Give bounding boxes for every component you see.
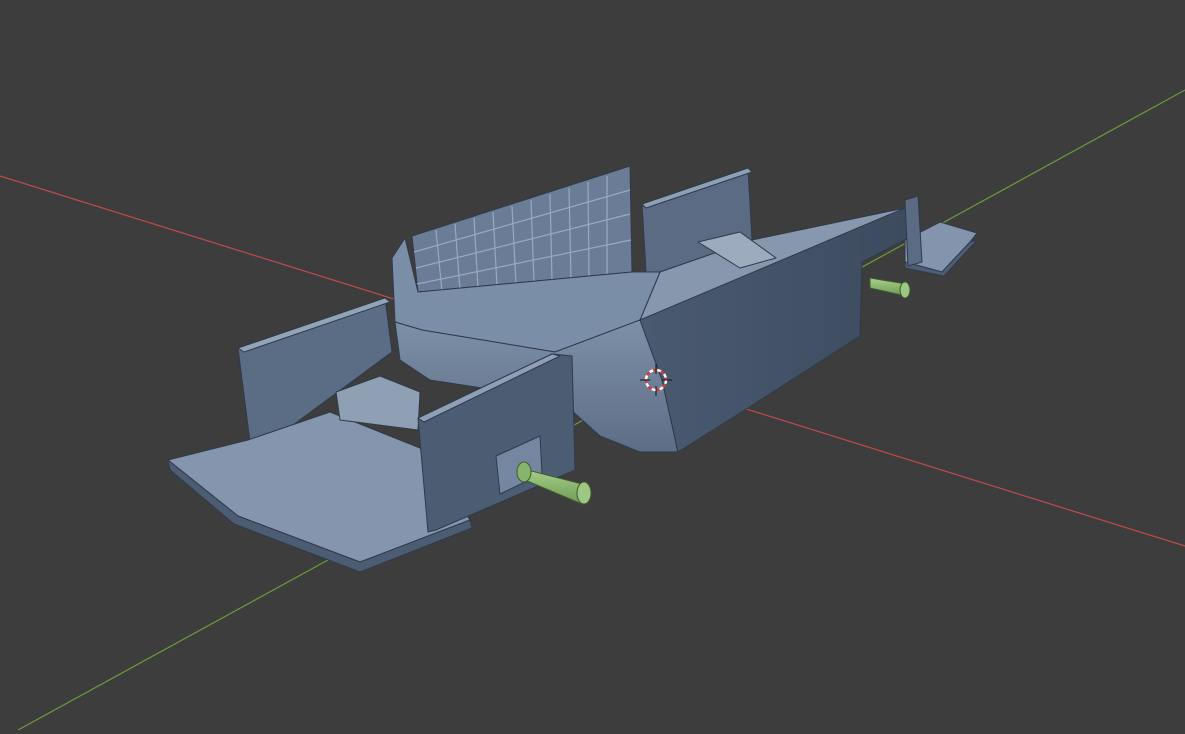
viewport-canvas[interactable]: [0, 0, 1185, 731]
rear-upright: [904, 195, 923, 267]
back-wall: [411, 165, 633, 293]
chassis[interactable]: [167, 165, 978, 573]
axle-rear[interactable]: [869, 277, 911, 299]
3d-viewport[interactable]: [0, 0, 1185, 731]
